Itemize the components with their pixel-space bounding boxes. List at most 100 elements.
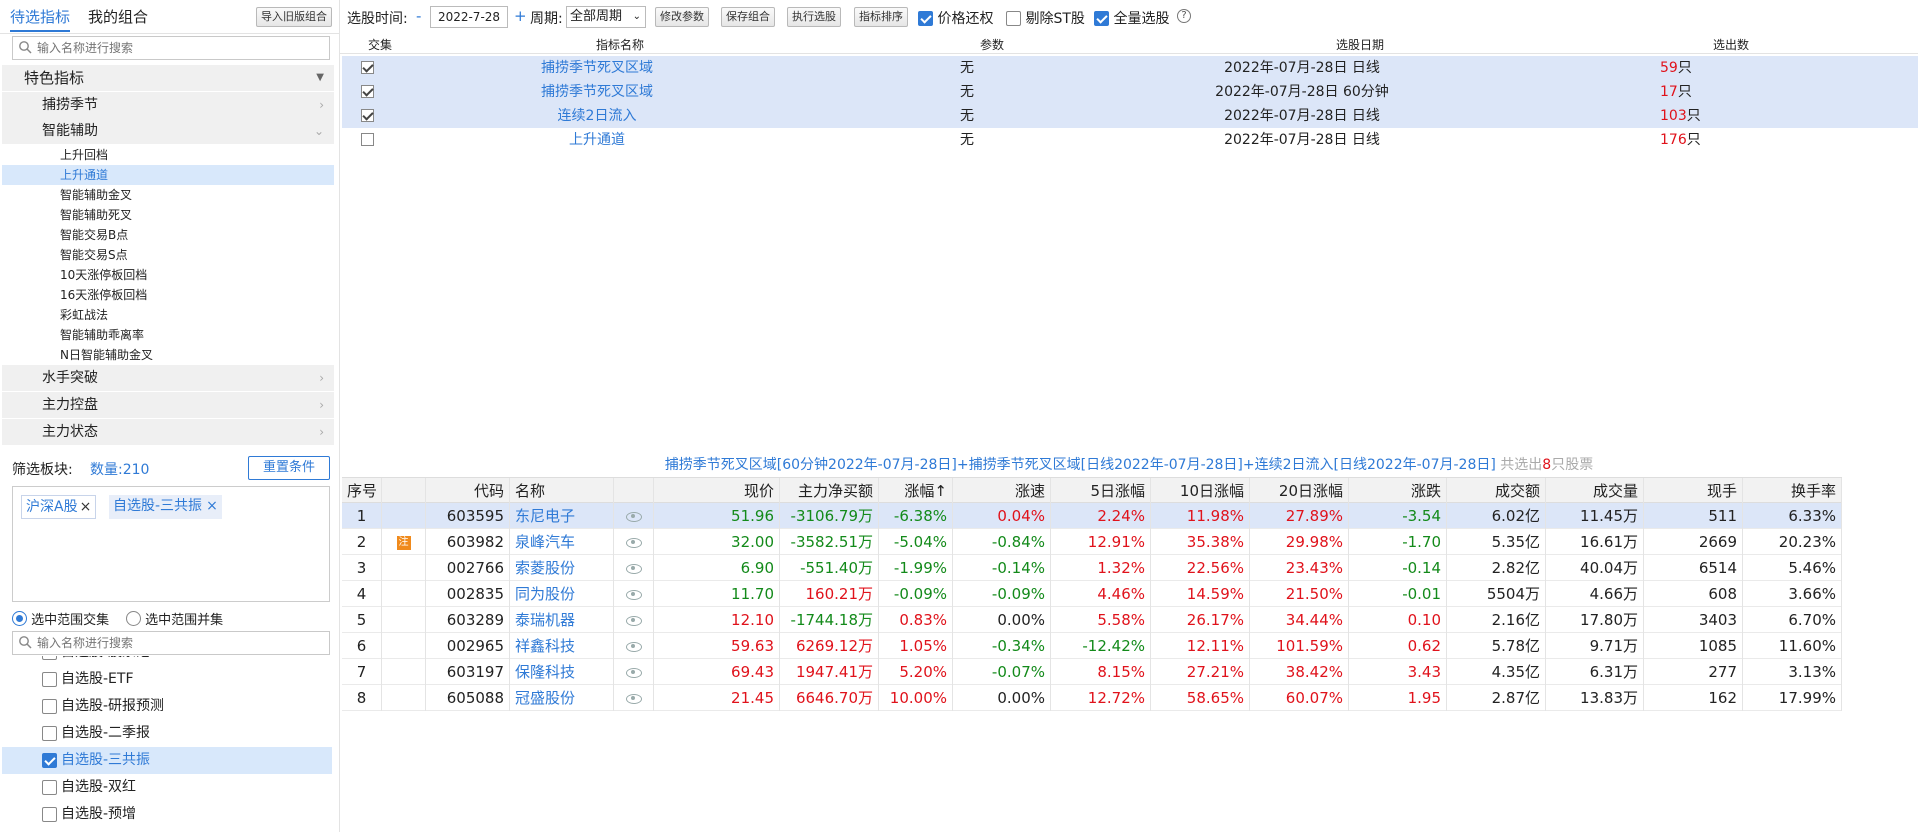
stock-name[interactable]: 保隆科技 bbox=[510, 659, 614, 685]
stock-row[interactable]: 5 603289 泰瑞机器 12.10 -1744.18万 0.83% 0.00% 5.58%… bbox=[342, 607, 1842, 633]
watch-eye-cell[interactable] bbox=[614, 529, 654, 555]
stock-list-item[interactable]: 自选股-双红 bbox=[2, 774, 332, 801]
stock-name[interactable]: 冠盛股份 bbox=[510, 685, 614, 711]
eye-icon[interactable] bbox=[625, 563, 642, 574]
watch-eye-cell[interactable] bbox=[614, 581, 654, 607]
radio-intersect-dot[interactable] bbox=[12, 611, 27, 626]
stock-list-item[interactable]: 自选股-三共振 bbox=[2, 747, 332, 774]
tree-sub-item[interactable]: 智能辅助死叉 bbox=[2, 205, 334, 225]
board-tag-sangongzhen[interactable]: 自选股-三共振 × bbox=[109, 495, 222, 519]
tree-sub-item[interactable]: 智能辅助乖离率 bbox=[2, 325, 334, 345]
stock-row[interactable]: 3 002766 索菱股份 6.90 -551.40万 -1.99% -0.14% 1.32%… bbox=[342, 555, 1842, 581]
radio-union-dot[interactable] bbox=[126, 611, 141, 626]
stock-header-eye[interactable] bbox=[614, 478, 654, 504]
stock-row[interactable]: 1 603595 东尼电子 51.96 -3106.79万 -6.38% 0.04% 2.24… bbox=[342, 503, 1842, 529]
indicator-sort-button[interactable]: 指标排序 bbox=[854, 7, 908, 27]
date-plus-button[interactable]: + bbox=[514, 7, 527, 25]
stock-header-net[interactable]: 主力净买额 bbox=[780, 478, 879, 504]
stock-header-d10[interactable]: 10日涨幅 bbox=[1151, 478, 1250, 504]
stock-list-checkbox[interactable] bbox=[42, 726, 57, 741]
stock-list-item[interactable]: 自选股-研报预测 bbox=[2, 693, 332, 720]
tree-sub-item[interactable]: N日智能辅助金叉 bbox=[2, 345, 334, 365]
tree-category-sailor-breakout[interactable]: 水手突破 › bbox=[2, 365, 334, 391]
stock-list-checkbox[interactable] bbox=[42, 807, 57, 822]
remove-tag-icon[interactable]: × bbox=[80, 499, 92, 515]
stock-header-diff[interactable]: 涨跌 bbox=[1349, 478, 1447, 504]
intersect-cell[interactable] bbox=[342, 56, 392, 80]
indicator-row[interactable]: 捕捞季节死叉区域 无 2022年-07月-28日 日线 59只 bbox=[342, 56, 1918, 80]
eye-icon[interactable] bbox=[625, 589, 642, 600]
price-restore-checkbox[interactable] bbox=[918, 10, 933, 26]
eye-icon[interactable] bbox=[625, 641, 642, 652]
import-old-combo-button[interactable]: 导入旧版组合 bbox=[256, 7, 332, 27]
indicator-name[interactable]: 连续2日流入 bbox=[402, 104, 792, 128]
watch-eye-cell[interactable] bbox=[614, 685, 654, 711]
board-search[interactable] bbox=[12, 631, 330, 655]
tree-sub-item[interactable]: 彩虹战法 bbox=[2, 305, 334, 325]
remove-tag-icon[interactable]: × bbox=[206, 498, 218, 514]
execute-selection-button[interactable]: 执行选股 bbox=[787, 7, 841, 27]
eye-icon[interactable] bbox=[625, 667, 642, 678]
period-select[interactable]: 全部周期 ⌄ bbox=[566, 6, 646, 28]
indicator-search-input[interactable] bbox=[37, 39, 322, 57]
indicator-name[interactable]: 捕捞季节死叉区域 bbox=[402, 56, 792, 80]
stock-header-code[interactable]: 代码 bbox=[426, 478, 510, 504]
stock-header-no[interactable]: 序号 bbox=[342, 478, 382, 504]
stock-list-checkbox[interactable] bbox=[42, 656, 57, 660]
stock-header-d20[interactable]: 20日涨幅 bbox=[1250, 478, 1349, 504]
indicator-name[interactable]: 捕捞季节死叉区域 bbox=[402, 80, 792, 104]
intersect-checkbox[interactable] bbox=[360, 133, 374, 146]
tree-sub-item[interactable]: 智能交易S点 bbox=[2, 245, 334, 265]
tree-sub-item[interactable]: 16天涨停板回档 bbox=[2, 285, 334, 305]
stock-name[interactable]: 泰瑞机器 bbox=[510, 607, 614, 633]
tree-sub-item[interactable]: 上升通道 bbox=[2, 165, 334, 185]
stock-list-item[interactable]: 自选股-二季报 bbox=[2, 720, 332, 747]
stock-header-price[interactable]: 现价 bbox=[654, 478, 780, 504]
watch-eye-cell[interactable] bbox=[614, 607, 654, 633]
board-search-input[interactable] bbox=[37, 634, 322, 652]
intersect-cell[interactable] bbox=[342, 104, 392, 128]
tree-sub-item[interactable]: 10天涨停板回档 bbox=[2, 265, 334, 285]
help-icon[interactable]: ? bbox=[1177, 9, 1191, 23]
indicator-search[interactable] bbox=[12, 36, 330, 60]
date-field[interactable]: 2022-7-28 bbox=[430, 6, 508, 28]
tab-my-combos[interactable]: 我的组合 bbox=[88, 6, 148, 28]
tree-category-smart-assist[interactable]: 智能辅助 ⌄ bbox=[2, 118, 334, 144]
intersect-cell[interactable] bbox=[342, 80, 392, 104]
full-select-checkbox[interactable] bbox=[1094, 10, 1109, 26]
stock-name[interactable]: 索菱股份 bbox=[510, 555, 614, 581]
stock-row[interactable]: 7 603197 保隆科技 69.43 1947.41万 5.20% -0.07% 8.15%… bbox=[342, 659, 1842, 685]
stock-row[interactable]: 6 002965 祥鑫科技 59.63 6269.12万 1.05% -0.34% -12.4… bbox=[342, 633, 1842, 659]
watch-eye-cell[interactable] bbox=[614, 633, 654, 659]
tree-category-main-state[interactable]: 主力状态 › bbox=[2, 419, 334, 445]
intersect-checkbox[interactable] bbox=[360, 109, 374, 122]
remove-st-checkbox[interactable] bbox=[1006, 10, 1021, 26]
stock-list-item[interactable]: 自选股-预增 bbox=[2, 801, 332, 828]
intersect-checkbox[interactable] bbox=[360, 61, 374, 74]
date-minus-button[interactable]: - bbox=[416, 7, 421, 25]
stock-header-flag[interactable] bbox=[382, 478, 426, 504]
stock-list-checkbox[interactable] bbox=[42, 753, 57, 768]
stock-header-hand[interactable]: 现手 bbox=[1644, 478, 1743, 504]
watch-eye-cell[interactable] bbox=[614, 503, 654, 529]
eye-icon[interactable] bbox=[625, 693, 642, 704]
save-combo-button[interactable]: 保存组合 bbox=[721, 7, 775, 27]
full-select-option[interactable]: 全量选股 bbox=[1094, 8, 1169, 28]
tree-sub-item[interactable]: 上升回档 bbox=[2, 145, 334, 165]
intersect-cell[interactable] bbox=[342, 128, 392, 152]
stock-row[interactable]: 4 002835 同为股份 11.70 160.21万 -0.09% -0.09% 4.46%… bbox=[342, 581, 1842, 607]
eye-icon[interactable] bbox=[625, 537, 642, 548]
stock-header-speed[interactable]: 涨速 bbox=[953, 478, 1051, 504]
tree-category-fishing-season[interactable]: 捕捞季节 › bbox=[2, 92, 334, 118]
stock-header-turnover[interactable]: 换手率 bbox=[1743, 478, 1842, 504]
stock-header-chg[interactable]: 涨幅↑ bbox=[879, 478, 953, 504]
stock-header-vol[interactable]: 成交量 bbox=[1546, 478, 1644, 504]
indicator-row[interactable]: 上升通道 无 2022年-07月-28日 日线 176只 bbox=[342, 128, 1918, 152]
stock-list-checkbox[interactable] bbox=[42, 699, 57, 714]
board-tag-hushen-a[interactable]: 沪深A股 × bbox=[21, 495, 97, 519]
stock-list-checkbox[interactable] bbox=[42, 780, 57, 795]
stock-list-checkbox[interactable] bbox=[42, 672, 57, 687]
price-restore-option[interactable]: 价格还权 bbox=[918, 8, 993, 28]
stock-header-amount[interactable]: 成交额 bbox=[1447, 478, 1546, 504]
stock-row[interactable]: 2 注 603982 泉峰汽车 32.00 -3582.51万 -5.04% -0.84% 12… bbox=[342, 529, 1842, 555]
